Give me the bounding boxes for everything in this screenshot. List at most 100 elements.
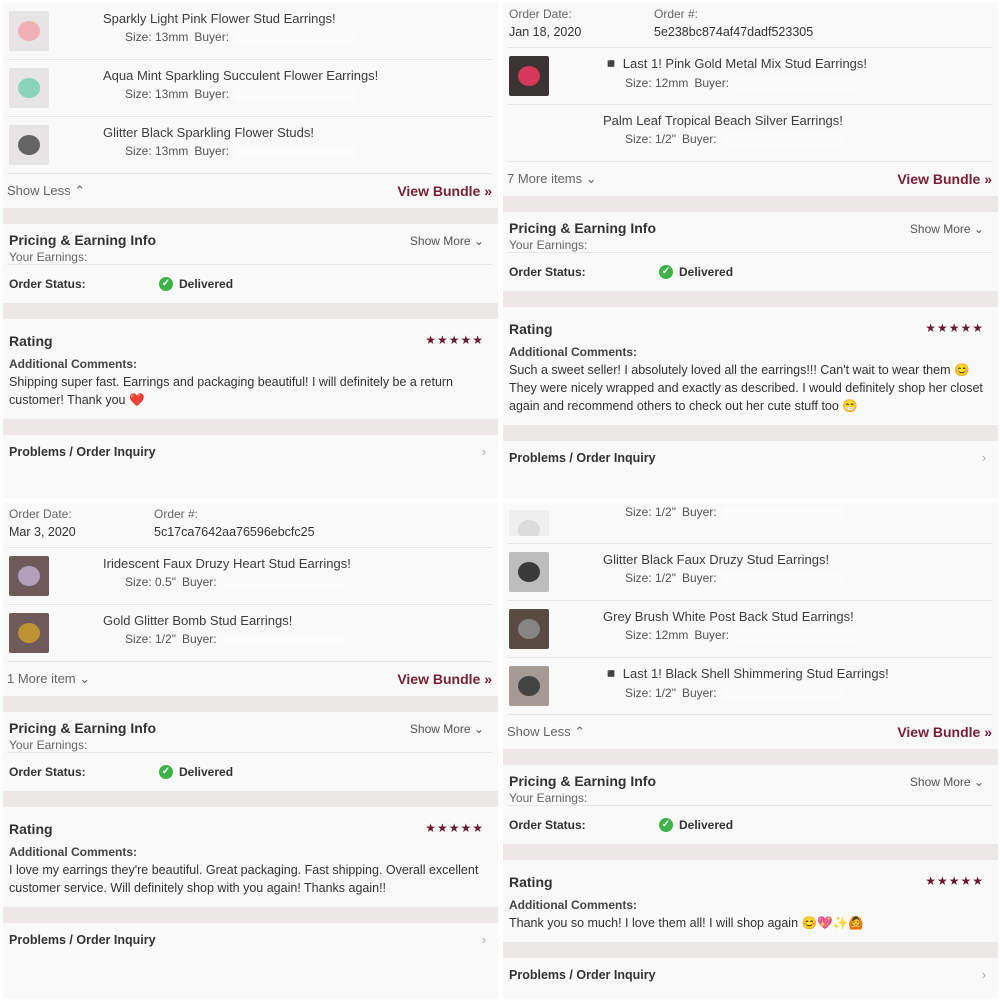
- view-bundle-link[interactable]: View Bundle »: [897, 724, 992, 740]
- redacted-buyer: [722, 687, 843, 700]
- problems-inquiry-link[interactable]: Problems / Order Inquiry ›: [507, 958, 992, 992]
- redacted-buyer: [235, 88, 356, 101]
- section-divider: [503, 291, 998, 307]
- view-bundle-link[interactable]: View Bundle »: [397, 183, 492, 199]
- show-less-toggle[interactable]: Show Less ⌃: [507, 724, 585, 740]
- section-divider: [3, 419, 498, 435]
- order-status-value: Delivered: [179, 277, 234, 291]
- rating-section: Rating ★★★★★ Additional Comments: Shippi…: [7, 319, 492, 419]
- list-item[interactable]: Palm Leaf Tropical Beach Silver Earrings…: [507, 105, 992, 162]
- product-thumbnail[interactable]: [9, 613, 49, 653]
- item-title[interactable]: ◾ Last 1! Pink Gold Metal Mix Stud Earri…: [603, 56, 867, 72]
- product-thumbnail[interactable]: [509, 552, 549, 592]
- redacted-buyer: [235, 31, 356, 44]
- chevron-right-icon: ›: [481, 933, 486, 947]
- item-title[interactable]: ◾ Last 1! Black Shell Shimmering Stud Ea…: [603, 666, 889, 682]
- delivered-check-icon: ✓: [159, 765, 173, 779]
- product-thumbnail[interactable]: [509, 609, 549, 649]
- list-item[interactable]: Gold Glitter Bomb Stud Earrings! Size: 1…: [7, 605, 492, 662]
- item-title[interactable]: Gold Glitter Bomb Stud Earrings!: [103, 613, 349, 628]
- order-status-row: Order Status: ✓ Delivered: [507, 806, 992, 844]
- product-thumbnail[interactable]: [509, 56, 549, 96]
- list-item[interactable]: Glitter Black Sparkling Flower Studs! Si…: [7, 117, 492, 174]
- list-item[interactable]: Aqua Mint Sparkling Succulent Flower Ear…: [7, 60, 492, 117]
- bundle-bar: 7 More items ⌄ View Bundle »: [507, 162, 992, 196]
- item-size: Size: 12mm: [625, 628, 689, 642]
- product-thumbnail[interactable]: [509, 666, 549, 706]
- item-title[interactable]: Grey Brush White Post Back Stud Earrings…: [603, 609, 861, 624]
- order-header: Order Date: Jan 18, 2020 Order #: 5e238bc8…: [507, 3, 992, 48]
- redacted-buyer: [722, 133, 843, 146]
- delivered-check-icon: ✓: [659, 818, 673, 832]
- list-item[interactable]: Iridescent Faux Druzy Heart Stud Earring…: [7, 548, 492, 605]
- list-item[interactable]: ◾ Last 1! Pink Gold Metal Mix Stud Earri…: [507, 48, 992, 105]
- order-panel-top-right: Order Date: Jan 18, 2020 Order #: 5e238bc8…: [503, 3, 998, 498]
- pricing-title: Pricing & Earning Info: [9, 232, 157, 248]
- pricing-section[interactable]: Pricing & Earning Info Show More ⌄ Your …: [7, 224, 492, 265]
- show-more-toggle[interactable]: Show More ⌄: [410, 234, 484, 248]
- product-thumbnail[interactable]: [509, 113, 549, 153]
- problems-inquiry-link[interactable]: Problems / Order Inquiry ›: [507, 441, 992, 475]
- product-thumbnail[interactable]: [9, 11, 49, 51]
- show-less-toggle[interactable]: Show Less ⌃: [7, 183, 85, 199]
- pricing-section[interactable]: Pricing & Earning Info Show More ⌄ Your …: [507, 765, 992, 806]
- more-items-toggle[interactable]: 1 More item ⌄: [7, 671, 90, 687]
- more-items-toggle[interactable]: 7 More items ⌄: [507, 171, 597, 187]
- list-item[interactable]: Sparkly Light Pink Flower Stud Earrings!…: [7, 3, 492, 60]
- item-buyer: Buyer:: [694, 76, 730, 90]
- section-divider: [503, 749, 998, 765]
- product-thumbnail[interactable]: [9, 68, 49, 108]
- show-more-toggle[interactable]: Show More ⌄: [910, 222, 984, 236]
- item-size: Size: 13mm: [125, 30, 189, 44]
- redacted-buyer: [222, 633, 343, 646]
- redacted-buyer: [735, 77, 856, 90]
- item-buyer: Buyer:: [681, 132, 717, 146]
- star-rating: ★★★★★: [425, 821, 484, 835]
- list-item[interactable]: Glitter Black Faux Druzy Stud Earrings! …: [507, 544, 992, 601]
- view-bundle-link[interactable]: View Bundle »: [897, 171, 992, 187]
- pricing-section[interactable]: Pricing & Earning Info Show More ⌄ Your …: [507, 212, 992, 253]
- item-buyer: Buyer:: [194, 87, 230, 101]
- item-size: Size: 1/2": [125, 632, 176, 646]
- redacted-buyer: [222, 576, 343, 589]
- item-size: Size: 13mm: [125, 87, 189, 101]
- comments-label: Additional Comments:: [9, 357, 137, 371]
- item-size: Size: 1/2": [625, 132, 676, 146]
- order-panel-top-left: Sparkly Light Pink Flower Stud Earrings!…: [3, 3, 498, 498]
- section-divider: [3, 208, 498, 224]
- problems-label: Problems / Order Inquiry: [9, 933, 156, 947]
- earnings-label: Your Earnings:: [9, 250, 88, 264]
- show-more-toggle[interactable]: Show More ⌄: [910, 775, 984, 789]
- item-size: Size: 1/2": [625, 686, 676, 700]
- product-thumbnail[interactable]: [509, 510, 549, 536]
- product-thumbnail[interactable]: [9, 125, 49, 165]
- problems-inquiry-link[interactable]: Problems / Order Inquiry ›: [7, 435, 492, 469]
- pricing-title: Pricing & Earning Info: [509, 773, 657, 789]
- list-item[interactable]: Grey Brush White Post Back Stud Earrings…: [507, 601, 992, 658]
- list-item[interactable]: Size: 1/2" Buyer:: [507, 503, 992, 544]
- order-number: 5c17ca7642aa76596ebcfc25: [154, 525, 315, 539]
- order-number-label: Order #:: [654, 7, 699, 21]
- item-title[interactable]: Glitter Black Sparkling Flower Studs!: [103, 125, 361, 140]
- list-item[interactable]: ◾ Last 1! Black Shell Shimmering Stud Ea…: [507, 658, 992, 715]
- view-bundle-link[interactable]: View Bundle »: [397, 671, 492, 687]
- earnings-label: Your Earnings:: [9, 738, 88, 752]
- pricing-section[interactable]: Pricing & Earning Info Show More ⌄ Your …: [7, 712, 492, 753]
- order-status-row: Order Status: ✓ Delivered: [7, 265, 492, 303]
- item-title[interactable]: Glitter Black Faux Druzy Stud Earrings!: [603, 552, 849, 567]
- show-more-toggle[interactable]: Show More ⌄: [410, 722, 484, 736]
- product-thumbnail[interactable]: [9, 556, 49, 596]
- section-divider: [3, 907, 498, 923]
- item-title[interactable]: Palm Leaf Tropical Beach Silver Earrings…: [603, 113, 849, 128]
- item-buyer: Buyer:: [181, 632, 217, 646]
- item-title[interactable]: Aqua Mint Sparkling Succulent Flower Ear…: [103, 68, 378, 83]
- order-status-label: Order Status:: [9, 277, 86, 291]
- item-title[interactable]: Iridescent Faux Druzy Heart Stud Earring…: [103, 556, 351, 571]
- item-title[interactable]: Sparkly Light Pink Flower Stud Earrings!: [103, 11, 361, 26]
- problems-inquiry-link[interactable]: Problems / Order Inquiry ›: [7, 923, 492, 957]
- order-panel-bottom-left: Order Date: Mar 3, 2020 Order #: 5c17ca764…: [3, 503, 498, 998]
- pricing-title: Pricing & Earning Info: [509, 220, 657, 236]
- item-buyer: Buyer:: [681, 505, 717, 519]
- redacted-buyer: [722, 572, 843, 585]
- section-divider: [3, 303, 498, 319]
